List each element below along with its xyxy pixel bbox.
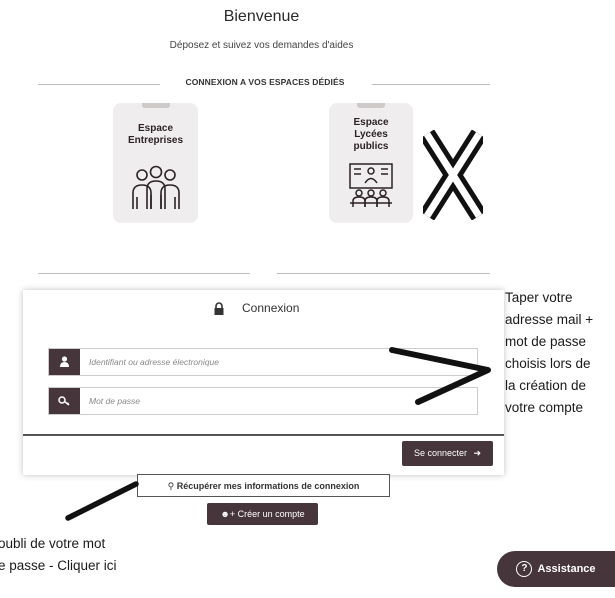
key-icon xyxy=(58,396,70,406)
key-icon: ⚲ xyxy=(167,481,175,491)
section-label: CONNEXION A VOS ESPACES DÉDIÉS xyxy=(185,77,345,87)
password-placeholder: Mot de passe xyxy=(89,396,141,406)
divider-right xyxy=(372,84,490,85)
space-card-line1: Espace xyxy=(353,117,389,128)
lock-icon xyxy=(214,302,224,315)
annotation-line: Taper votre xyxy=(505,290,573,305)
create-button-label: Créer un compte xyxy=(237,509,305,519)
divider-right-lower xyxy=(277,273,490,274)
user-icon xyxy=(60,356,69,367)
space-card-entreprises[interactable]: Espace Entreprises xyxy=(113,103,198,223)
classroom-icon xyxy=(349,163,393,207)
card-tab xyxy=(141,103,170,108)
panel-footer-divider xyxy=(23,434,504,436)
annotation-line: e passe - Cliquer ici xyxy=(0,558,117,573)
assistance-label: Assistance xyxy=(537,563,596,576)
login-button-label: Se connecter xyxy=(413,448,467,458)
recover-button-label: Récupérer mes informations de connexion xyxy=(176,481,360,491)
login-title: Connexion xyxy=(242,301,300,315)
annotation-arrow-right xyxy=(389,347,491,405)
people-group-icon xyxy=(132,165,180,209)
page-title: Bienvenue xyxy=(223,8,300,25)
user-icon-box xyxy=(49,349,80,375)
annotation-line: votre compte xyxy=(505,400,584,415)
space-card-lycees-publics[interactable]: Espace Lycées publics xyxy=(329,103,413,223)
annotation-line: choisis lors de xyxy=(505,356,591,371)
annotation-line: oubli de votre mot xyxy=(0,536,106,551)
card-tab xyxy=(357,103,385,108)
space-card-line3: publics xyxy=(353,141,389,152)
space-card-line2: Entreprises xyxy=(127,135,184,146)
key-icon-box xyxy=(49,388,80,414)
cross-mark-icon xyxy=(423,130,483,220)
annotation-arrow-bottom xyxy=(65,481,139,521)
assistance-button[interactable]: ? Assistance xyxy=(497,551,615,587)
recover-credentials-button[interactable]: ⚲ Récupérer mes informations de connexio… xyxy=(137,474,390,497)
annotation-line: la création de xyxy=(505,378,587,393)
sign-in-icon: ➜ xyxy=(473,448,482,458)
login-button[interactable]: Se connecter ➜ xyxy=(402,441,493,466)
annotation-line: mot de passe xyxy=(505,334,587,349)
add-user-icon: ☻+ xyxy=(220,509,236,519)
annotation-right: Taper votre adresse mail + mot de passe … xyxy=(505,287,615,419)
page-subtitle: Déposez et suivez vos demandes d'aides xyxy=(169,40,354,51)
divider-left-lower xyxy=(38,273,250,274)
help-icon: ? xyxy=(516,561,533,578)
create-account-button[interactable]: ☻+ Créer un compte xyxy=(207,503,318,525)
annotation-line: adresse mail + xyxy=(505,312,594,327)
username-placeholder: Identifiant ou adresse électronique xyxy=(89,357,219,367)
space-card-line1: Espace xyxy=(137,123,174,134)
annotation-bottom: oubli de votre mot e passe - Cliquer ici xyxy=(0,533,158,577)
space-card-line2: Lycées xyxy=(354,129,388,140)
divider-left xyxy=(38,84,160,85)
